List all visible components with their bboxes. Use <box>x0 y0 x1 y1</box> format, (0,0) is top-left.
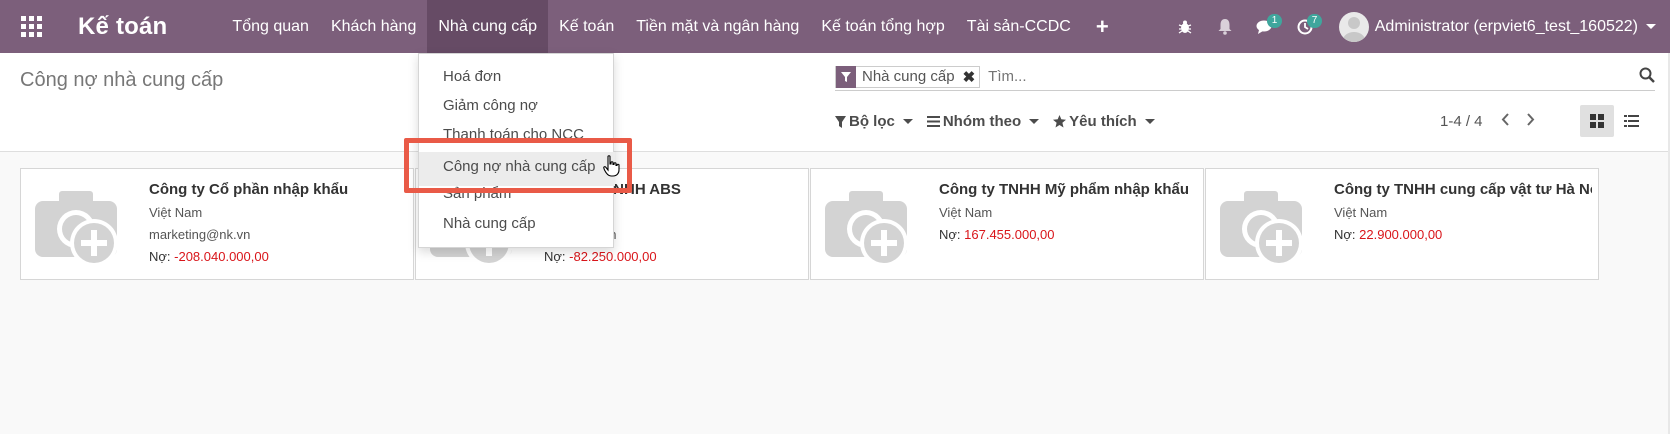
kanban-grid-icon <box>1590 114 1604 128</box>
card-name: Công ty Cổ phần nhập khẩu <box>149 181 349 198</box>
main-menu: Tổng quan Khách hàng Nhà cung cấp Kế toá… <box>221 0 1122 53</box>
list-icon <box>1623 115 1639 127</box>
menu-item-overview[interactable]: Tổng quan <box>221 0 320 53</box>
caret-down-icon <box>1029 119 1040 124</box>
debug-bug-icon[interactable] <box>1165 0 1205 53</box>
favorites-label: Yêu thích <box>1069 113 1137 130</box>
search-options: Bộ lọc Nhóm theo Yêu thích <box>835 113 1169 130</box>
card-country: Việt Nam <box>1334 205 1388 220</box>
card-name: Công ty TNHH Mỹ phẩm nhập khẩu <box>939 181 1190 198</box>
dropdown-item-invoices[interactable]: Hoá đơn <box>443 68 501 85</box>
page-title: Công nợ nhà cung cấp <box>20 69 224 91</box>
activity-clock-icon[interactable]: 7 <box>1285 0 1325 53</box>
card-debt: Nợ: -82.250.000,00 <box>544 249 657 264</box>
card-debt: Nợ: -208.040.000,00 <box>149 249 269 264</box>
camera-placeholder-icon <box>823 189 941 269</box>
star-icon <box>1053 115 1067 128</box>
hand-pointer-cursor-icon <box>603 155 621 182</box>
view-switcher <box>1580 105 1648 137</box>
filters-label: Bộ lọc <box>849 113 895 130</box>
search-icon[interactable] <box>1639 67 1655 88</box>
kanban-card[interactable]: Công ty Cổ phần nhập khẩu Việt Nam marke… <box>20 168 414 280</box>
caret-down-icon <box>902 119 913 124</box>
facet-label: Nhà cung cấp <box>862 68 955 85</box>
groupby-dropdown-button[interactable]: Nhóm theo <box>926 113 1040 130</box>
kanban-card[interactable]: Công ty TNHH Mỹ phẩm nhập khẩu Việt Nam … <box>810 168 1204 280</box>
list-bars-icon <box>926 116 940 127</box>
card-debt: Nợ: 22.900.000,00 <box>1334 227 1443 242</box>
search-input[interactable] <box>988 68 1589 85</box>
dropdown-item-credit-notes[interactable]: Giảm công nợ <box>443 97 538 114</box>
menu-item-vendors[interactable]: Nhà cung cấp <box>427 0 549 53</box>
card-name: Công ty TNHH cung cấp vật tư Hà Nội <box>1334 181 1592 198</box>
apps-menu-button[interactable] <box>0 0 62 53</box>
menu-item-accounting[interactable]: Kế toán <box>548 0 625 53</box>
caret-down-icon <box>1144 119 1155 124</box>
list-view-button[interactable] <box>1614 105 1648 137</box>
favorites-dropdown-button[interactable]: Yêu thích <box>1053 113 1155 130</box>
search-facet: Nhà cung cấp ✖ <box>835 65 981 88</box>
avatar <box>1338 11 1369 42</box>
debt-amount: 167.455.000,00 <box>964 227 1055 242</box>
filter-funnel-icon <box>836 65 856 88</box>
dropdown-item-vendors[interactable]: Nhà cung cấp <box>443 215 536 232</box>
user-menu[interactable]: Administrator (erpviet6_test_160522) <box>1338 11 1656 42</box>
pager: 1-4 / 4 <box>1440 113 1535 130</box>
card-country: Việt Nam <box>939 205 993 220</box>
control-panel: Công nợ nhà cung cấp Nhà cung cấp ✖ Bộ l… <box>0 53 1670 152</box>
groupby-label: Nhóm theo <box>942 113 1022 130</box>
top-navbar: Kế toán Tổng quan Khách hàng Nhà cung cấ… <box>0 0 1670 53</box>
pager-value[interactable]: 1-4 / 4 <box>1440 113 1483 130</box>
systray: 1 7 Administrator (erpviet6_test_160522) <box>1165 0 1670 53</box>
debt-amount: 22.900.000,00 <box>1359 227 1443 242</box>
facet-remove-icon[interactable]: ✖ <box>959 68 980 86</box>
menu-item-assets[interactable]: Tài sản-CCDC <box>956 0 1082 53</box>
search-box: Nhà cung cấp ✖ <box>835 63 1655 91</box>
menu-add-button[interactable]: + <box>1082 0 1123 53</box>
kanban-view: Công ty Cổ phần nhập khẩu Việt Nam marke… <box>0 153 1670 434</box>
filter-funnel-icon <box>835 115 846 128</box>
menu-item-general-accounting[interactable]: Kế toán tổng hợp <box>810 0 955 53</box>
debt-amount: -82.250.000,00 <box>569 249 657 264</box>
messages-badge: 1 <box>1266 14 1283 28</box>
activities-badge: 7 <box>1306 14 1323 28</box>
chevron-down-icon <box>1646 24 1656 29</box>
camera-placeholder-icon <box>33 189 151 269</box>
chevron-left-icon[interactable] <box>1501 113 1509 130</box>
bell-icon[interactable] <box>1205 0 1245 53</box>
user-name: Administrator (erpviet6_test_160522) <box>1374 17 1638 35</box>
menu-item-cash-bank[interactable]: Tiền mặt và ngân hàng <box>625 0 810 53</box>
filters-dropdown-button[interactable]: Bộ lọc <box>835 113 913 130</box>
kanban-view-button[interactable] <box>1580 105 1614 137</box>
debt-amount: -208.040.000,00 <box>174 249 269 264</box>
card-email: marketing@nk.vn <box>149 227 251 242</box>
chevron-right-icon[interactable] <box>1526 113 1535 130</box>
messages-chat-icon[interactable]: 1 <box>1245 0 1285 53</box>
card-debt: Nợ: 167.455.000,00 <box>939 227 1055 242</box>
kanban-card[interactable]: Công ty TNHH cung cấp vật tư Hà Nội Việt… <box>1205 168 1599 280</box>
camera-placeholder-icon <box>1218 189 1336 269</box>
menu-item-customers[interactable]: Khách hàng <box>320 0 427 53</box>
card-country: Việt Nam <box>149 205 203 220</box>
app-title: Kế toán <box>78 12 168 40</box>
highlight-annotation-box <box>404 138 632 193</box>
apps-grid-icon <box>20 16 42 37</box>
